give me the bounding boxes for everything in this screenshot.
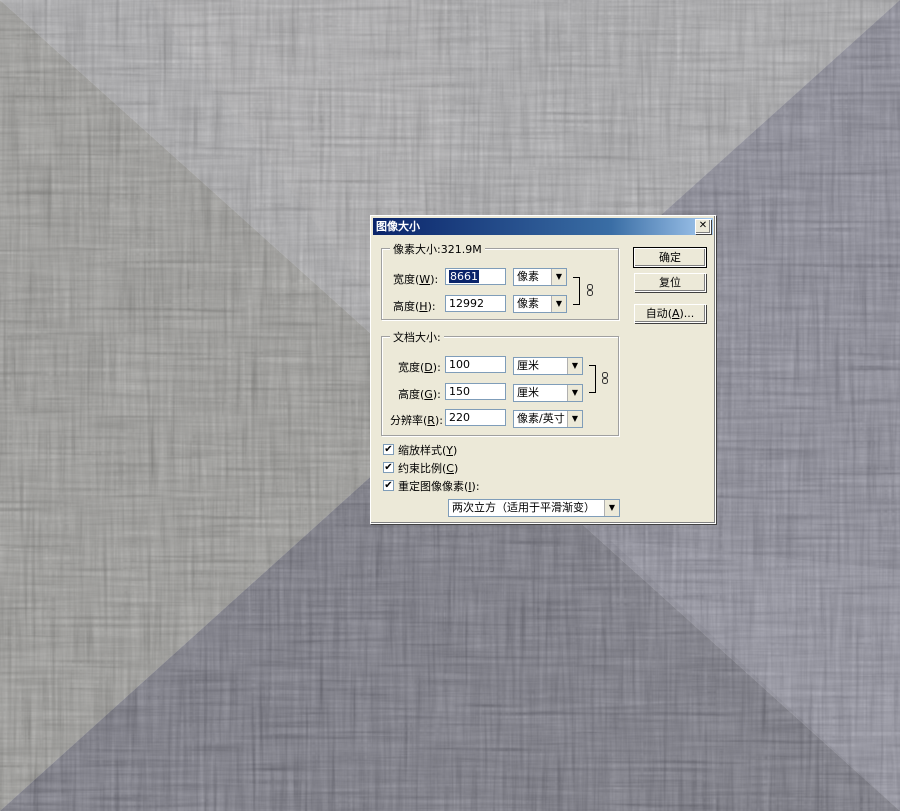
doc-width-input[interactable]: 100 [445,356,506,373]
pixel-width-unit: 像素 [517,270,539,283]
doc-height-input[interactable]: 150 [445,383,506,400]
constrain-proportions-checkbox[interactable]: ✔ [383,462,394,473]
document-link-bracket [589,365,596,393]
check-icon: ✔ [384,462,393,473]
chevron-down-icon: ▼ [604,500,619,516]
close-icon: ✕ [698,220,708,231]
chevron-down-icon: ▼ [567,411,582,427]
chevron-down-icon: ▼ [551,269,566,285]
ok-button[interactable]: 确定 [633,247,707,268]
check-icon: ✔ [384,444,393,455]
dialog-titlebar[interactable]: 图像大小 ✕ [373,218,713,235]
scale-styles-label: 缩放样式(Y) [398,444,458,457]
dialog-title: 图像大小 [376,220,420,233]
resample-method-select[interactable]: 两次立方（适用于平滑渐变） ▼ [448,499,620,517]
resolution-input[interactable]: 220 [445,409,506,426]
pixel-dimensions-label: 像素大小:321.9M [390,241,485,257]
resample-label: 重定图像像素(I): [398,480,480,493]
chain-link-icon [587,284,593,296]
pixel-height-label: 高度(H): [393,300,436,313]
resolution-unit-select[interactable]: 像素/英寸 ▼ [513,410,583,428]
pixel-height-unit-select[interactable]: 像素 ▼ [513,295,567,313]
resolution-unit: 像素/英寸 [517,412,565,425]
chevron-down-icon: ▼ [567,385,582,401]
pixel-width-label: 宽度(W): [393,273,439,286]
chain-link-icon [602,372,608,384]
resample-method-value: 两次立方（适用于平滑渐变） [452,501,595,514]
auto-button[interactable]: 自动(A)... [634,304,706,323]
pixel-link-bracket [573,277,580,305]
reset-button[interactable]: 复位 [634,273,706,292]
pixel-height-value: 12992 [449,297,484,310]
pixel-width-value: 8661 [449,270,479,283]
resolution-value: 220 [449,411,470,424]
resolution-label: 分辨率(R): [390,414,443,427]
doc-height-label: 高度(G): [398,388,441,401]
doc-width-value: 100 [449,358,470,371]
scale-styles-checkbox[interactable]: ✔ [383,444,394,455]
pixel-width-input[interactable]: 8661 [445,268,506,285]
pixel-height-input[interactable]: 12992 [445,295,506,312]
chevron-down-icon: ▼ [567,358,582,374]
doc-width-unit-select[interactable]: 厘米 ▼ [513,357,583,375]
image-size-dialog: 图像大小 ✕ 像素大小:321.9M 宽度(W): 8661 像素 ▼ 高度(H… [370,215,716,524]
doc-height-unit-select[interactable]: 厘米 ▼ [513,384,583,402]
document-size-label: 文档大小: [390,329,444,345]
doc-width-label: 宽度(D): [398,361,441,374]
doc-height-value: 150 [449,385,470,398]
doc-height-unit: 厘米 [517,386,539,399]
resample-checkbox[interactable]: ✔ [383,480,394,491]
check-icon: ✔ [384,480,393,491]
pixel-height-unit: 像素 [517,297,539,310]
doc-width-unit: 厘米 [517,359,539,372]
pixel-width-unit-select[interactable]: 像素 ▼ [513,268,567,286]
close-button[interactable]: ✕ [695,219,711,234]
constrain-proportions-label: 约束比例(C) [398,462,459,475]
chevron-down-icon: ▼ [551,296,566,312]
